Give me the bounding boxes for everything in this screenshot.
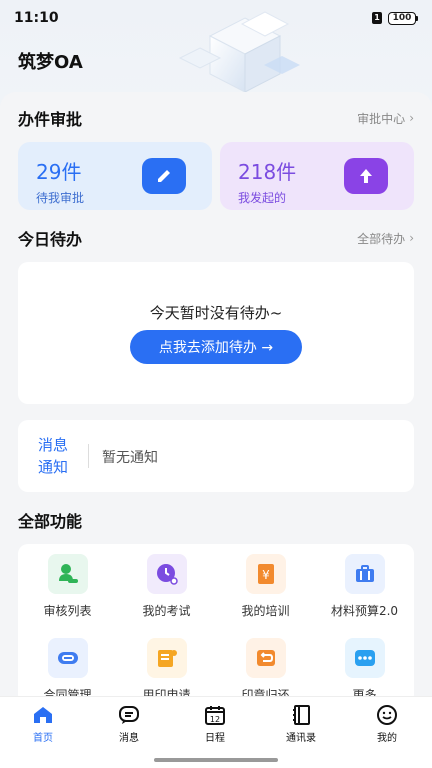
notice-divider	[88, 444, 89, 468]
training-icon: ¥	[245, 554, 286, 594]
tab-home[interactable]: 首页	[0, 703, 86, 744]
approval-center-link[interactable]: 审批中心 ›	[357, 110, 414, 127]
add-todo-button[interactable]: 点我去添加待办 →	[130, 330, 302, 364]
notice-label-line1: 消息	[38, 436, 69, 454]
func-contract-management[interactable]: 合同管理	[18, 638, 117, 703]
budget-icon	[344, 554, 385, 594]
contacts-icon	[293, 705, 310, 725]
initiated-card[interactable]: 218件 我发起的	[220, 142, 414, 210]
notice-label-line2: 通知	[38, 458, 69, 476]
chevron-right-icon: ›	[409, 231, 414, 245]
tab-label: 我的	[377, 733, 397, 744]
func-label: 我的考试	[142, 604, 191, 618]
tab-label: 消息	[119, 733, 139, 744]
approval-center-label: 审批中心	[357, 111, 406, 126]
todo-box: 今天暂时没有待办~ 点我去添加待办 →	[18, 262, 414, 404]
tab-label: 首页	[33, 733, 53, 744]
approval-title: 办件审批	[18, 110, 83, 129]
contract-icon	[47, 638, 88, 678]
status-bar: 11:10 1 100	[0, 0, 432, 36]
exam-icon	[146, 554, 187, 594]
home-indicator[interactable]	[154, 758, 278, 762]
tab-schedule[interactable]: 12 日程	[172, 703, 258, 744]
functions-title: 全部功能	[18, 512, 83, 531]
functions-header: 全部功能	[18, 508, 414, 532]
profile-icon	[377, 705, 397, 725]
calendar-icon: 12	[205, 706, 225, 725]
todo-title: 今日待办	[18, 230, 83, 249]
chevron-right-icon: ›	[409, 111, 414, 125]
tab-messages[interactable]: 消息	[86, 703, 172, 744]
edit-icon	[142, 158, 186, 194]
status-time: 11:10	[14, 10, 59, 26]
functions-grid: 审核列表 我的考试 ¥ 我的培训 材料预算2.0 合同管理 用印申请 印章归还 …	[18, 544, 414, 704]
tab-label: 日程	[205, 733, 225, 744]
func-my-exam[interactable]: 我的考试	[117, 554, 216, 619]
func-seal-return[interactable]: 印章归还	[216, 638, 315, 703]
calendar-day: 12	[210, 715, 220, 724]
func-more[interactable]: 更多	[315, 638, 414, 703]
all-todo-link[interactable]: 全部待办 ›	[357, 230, 414, 247]
func-label: 审核列表	[43, 604, 92, 618]
seal-return-icon	[245, 638, 286, 678]
message-icon	[119, 706, 139, 724]
audit-icon	[47, 554, 88, 594]
tab-profile[interactable]: 我的	[344, 703, 430, 744]
pending-approval-card[interactable]: 29件 待我审批	[18, 142, 212, 210]
more-icon	[344, 638, 385, 678]
notice-box[interactable]: 消息 通知 暂无通知	[18, 420, 414, 492]
app-title: 筑梦OA	[18, 52, 83, 73]
upload-arrow-icon	[344, 158, 388, 194]
todo-empty-text: 今天暂时没有待办~	[149, 304, 283, 322]
notice-text: 暂无通知	[102, 450, 158, 466]
approval-header: 办件审批 审批中心 ›	[18, 106, 414, 130]
func-label: 我的培训	[241, 604, 290, 618]
sim-icon: 1	[372, 12, 382, 24]
func-label: 材料预算2.0	[330, 604, 399, 618]
todo-header: 今日待办 全部待办 ›	[18, 226, 414, 250]
battery-level: 100	[388, 11, 416, 25]
tab-label: 通讯录	[286, 733, 316, 744]
all-todo-label: 全部待办	[357, 231, 406, 246]
func-my-training[interactable]: ¥ 我的培训	[216, 554, 315, 619]
tab-contacts[interactable]: 通讯录	[258, 703, 344, 744]
func-seal-application[interactable]: 用印申请	[117, 638, 216, 703]
battery-icon: 100	[388, 11, 418, 25]
home-icon	[34, 707, 52, 723]
func-material-budget[interactable]: 材料预算2.0	[315, 554, 414, 619]
notice-label: 消息 通知	[38, 434, 68, 478]
func-audit-list[interactable]: 审核列表	[18, 554, 117, 619]
seal-apply-icon	[146, 638, 187, 678]
svg-text:¥: ¥	[262, 568, 270, 582]
